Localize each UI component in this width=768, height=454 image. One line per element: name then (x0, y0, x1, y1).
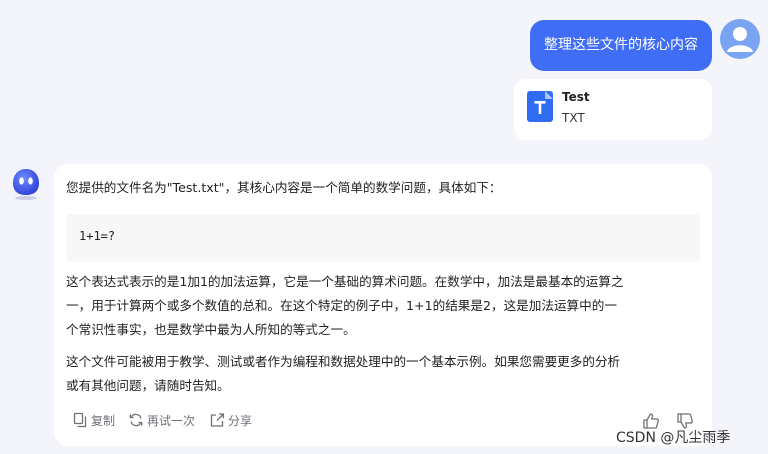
user-icon (727, 27, 753, 52)
bot-avatar (9, 167, 43, 201)
copy-label: 复制 (91, 413, 116, 428)
code-text: 1+1=? (79, 229, 116, 243)
assistant-response-card: 您提供的文件名为"Test.txt"，其核心内容是一个简单的数学问题，具体如下：… (54, 164, 712, 446)
code-block: 1+1=? (66, 214, 700, 262)
watermark: CSDN @凡尘雨季 (616, 430, 731, 446)
share-label: 分享 (228, 413, 253, 428)
response-paragraph-2-line-1: 这个文件可能被用于教学、测试或者作为编程和数据处理中的一个基本示例。如果您需要更… (66, 354, 621, 369)
response-paragraph-1-line-1: 这个表达式表示的是1加1的加法运算，它是一个基础的算术问题。在数学中，加法是最基… (66, 274, 624, 289)
retry-button[interactable]: 再试一次 (128, 410, 195, 430)
file-doc-icon (527, 91, 553, 122)
response-paragraph-1-line-3: 个常识性事实，也是数学中最为人所知的等式之一。 (66, 322, 356, 337)
copy-icon (73, 412, 87, 428)
attachment-name: Test (562, 90, 590, 104)
response-paragraph-1-line-2: 一，用于计算两个或多个数值的总和。在这个特定的例子中，1+1的结果是2，这是加法… (66, 298, 617, 313)
share-button[interactable]: 分享 (209, 410, 252, 430)
user-avatar (720, 19, 760, 59)
bot-face-icon (13, 169, 39, 200)
user-message-bubble: 整理这些文件的核心内容 (530, 20, 712, 71)
copy-button[interactable]: 复制 (72, 410, 115, 430)
user-message-text: 整理这些文件的核心内容 (544, 37, 698, 53)
attachment-card[interactable]: Test TXT (514, 79, 712, 140)
response-intro: 您提供的文件名为"Test.txt"，其核心内容是一个简单的数学问题，具体如下： (66, 180, 502, 195)
refresh-icon (129, 413, 143, 427)
share-icon (210, 413, 224, 427)
attachment-type: TXT (562, 111, 585, 125)
response-paragraph-2-line-2: 或有其他问题，请随时告知。 (66, 378, 230, 393)
retry-label: 再试一次 (147, 413, 196, 428)
